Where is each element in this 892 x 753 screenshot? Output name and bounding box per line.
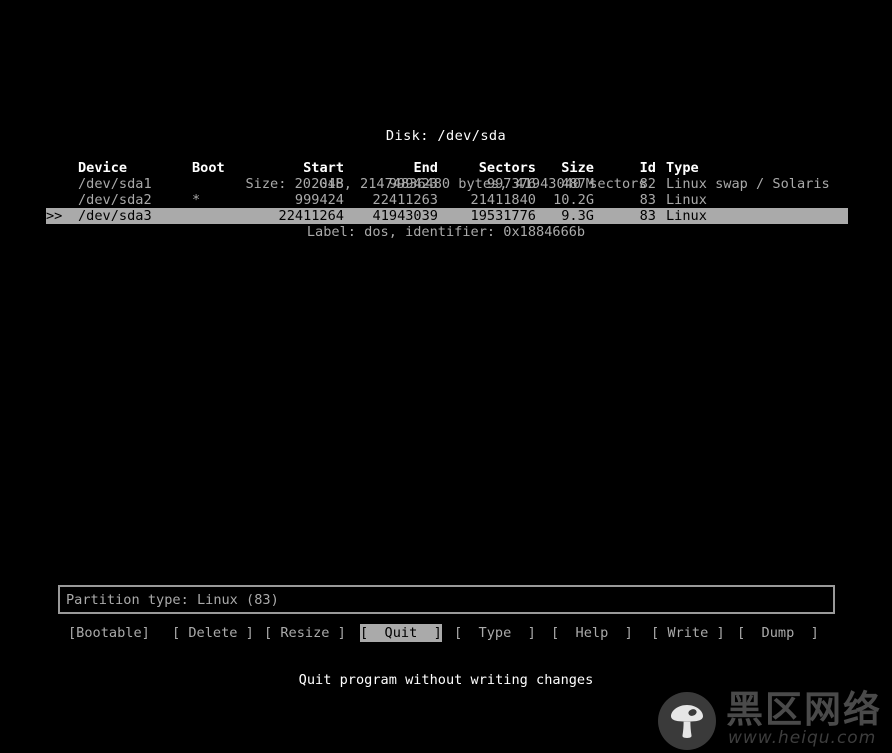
column-header-type: Type — [666, 160, 699, 176]
row-cursor-marker — [46, 192, 74, 208]
table-row-selected[interactable]: >> /dev/sda3 22411264 41943039 19531776 … — [46, 208, 848, 224]
watermark: 黑区网络 www.heiqu.com — [658, 692, 888, 750]
column-header-boot: Boot — [192, 160, 225, 176]
cell-device: /dev/sda1 — [78, 176, 152, 192]
cell-start: 2048 — [262, 176, 344, 192]
cell-end: 41943039 — [352, 208, 438, 224]
cell-size: 487M — [548, 176, 594, 192]
partition-type-info-box: Partition type: Linux (83) — [58, 585, 835, 614]
disk-label-line: Label: dos, identifier: 0x1884666b — [0, 224, 892, 240]
row-cursor-marker — [46, 176, 74, 192]
column-header-start: Start — [262, 160, 344, 176]
cell-id: 83 — [638, 208, 656, 224]
cell-sectors: 997376 — [446, 176, 536, 192]
cell-start: 22411264 — [262, 208, 344, 224]
table-row[interactable]: /dev/sda2 * 999424 22411263 21411840 10.… — [0, 192, 892, 208]
cell-start: 999424 — [262, 192, 344, 208]
column-header-device: Device — [78, 160, 127, 176]
column-header-id: Id — [638, 160, 656, 176]
cell-end: 999423 — [352, 176, 438, 192]
table-row[interactable]: /dev/sda1 2048 999423 997376 487M 82 Lin… — [0, 176, 892, 192]
watermark-brand: 黑区网络 — [726, 690, 882, 730]
column-header-end: End — [352, 160, 438, 176]
cell-boot: * — [192, 192, 200, 208]
menu-item-dump[interactable]: [ Dump ] — [737, 624, 819, 642]
status-help-line: Quit program without writing changes — [0, 672, 892, 688]
watermark-url: www.heiqu.com — [728, 728, 876, 748]
cell-size: 9.3G — [548, 208, 594, 224]
menu-item-delete[interactable]: [ Delete ] — [172, 624, 254, 642]
cell-device: /dev/sda2 — [78, 192, 152, 208]
partition-table: Device Boot Start End Sectors Size Id Ty… — [0, 160, 892, 224]
column-header-size: Size — [548, 160, 594, 176]
cell-type: Linux swap / Solaris — [666, 176, 830, 192]
cell-sectors: 21411840 — [446, 192, 536, 208]
menu-item-type[interactable]: [ Type ] — [454, 624, 536, 642]
cell-id: 82 — [638, 176, 656, 192]
cell-type: Linux — [666, 208, 707, 224]
table-header-row: Device Boot Start End Sectors Size Id Ty… — [0, 160, 892, 176]
menu-bar: [Bootable] [ Delete ] [ Resize ] [ Quit … — [0, 624, 892, 642]
column-header-sectors: Sectors — [446, 160, 536, 176]
cell-type: Linux — [666, 192, 707, 208]
cell-sectors: 19531776 — [446, 208, 536, 224]
disk-title: Disk: /dev/sda — [0, 128, 892, 144]
mushroom-icon — [658, 692, 716, 750]
partition-type-text: Partition type: Linux (83) — [66, 592, 279, 608]
cell-id: 83 — [638, 192, 656, 208]
row-cursor-marker: >> — [46, 208, 74, 224]
cell-device: /dev/sda3 — [78, 208, 152, 224]
menu-item-bootable[interactable]: [Bootable] — [68, 624, 150, 642]
cfdisk-terminal-screen: Disk: /dev/sda Size: 20 GiB, 21474836480… — [0, 0, 892, 753]
menu-item-write[interactable]: [ Write ] — [651, 624, 725, 642]
cell-end: 22411263 — [352, 192, 438, 208]
menu-item-help[interactable]: [ Help ] — [551, 624, 633, 642]
cell-size: 10.2G — [548, 192, 594, 208]
menu-item-resize[interactable]: [ Resize ] — [264, 624, 346, 642]
menu-item-quit[interactable]: [ Quit ] — [360, 624, 442, 642]
